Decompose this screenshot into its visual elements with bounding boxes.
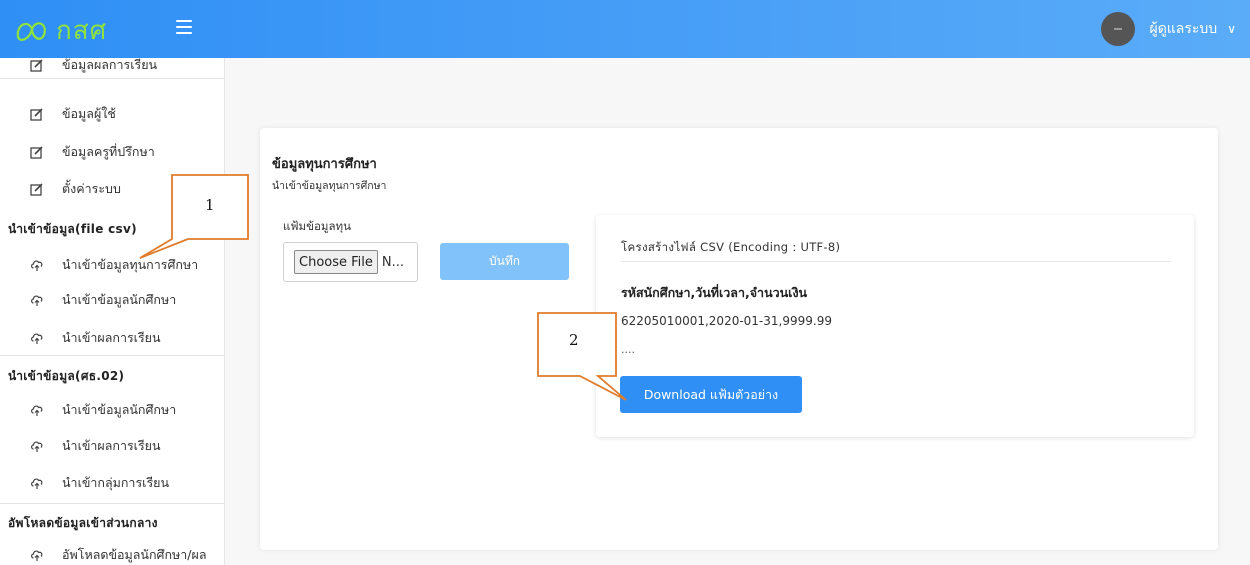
csv-ellipsis: .... [621,343,635,356]
sidebar-item-ss02-groups[interactable]: นำเข้ากลุ่มการเรียน [0,471,224,495]
sidebar-section-import-csv: นำเข้าข้อมูล(file csv) [8,222,137,236]
sidebar-item-label: นำเข้าข้อมูลนักศึกษา [62,402,177,417]
page-subtitle: นำเข้าข้อมูลทุนการศึกษา [272,180,387,192]
sidebar-item-label: ข้อมูลครูที่ปรึกษา [62,144,155,159]
divider [0,355,224,356]
file-name-text: N... [381,254,405,270]
callout-number-2: 2 [569,331,579,349]
sidebar-section-upload-central: อัพโหลดข้อมูลเข้าส่วนกลาง [8,516,158,530]
sidebar-item-label: อัพโหลดข้อมูลนักศึกษา/ผล [62,547,207,562]
divider [621,261,1171,262]
sidebar-item-label: ข้อมูลผลการเรียน [62,58,158,72]
cloud-upload-icon [29,330,45,346]
user-name: ผู้ดูแลระบบ [1149,21,1218,37]
user-menu[interactable]: ผู้ดูแลระบบ ∨ [1101,12,1236,46]
sidebar-item-label: ข้อมูลผู้ใช้ [62,106,116,121]
sidebar-item-ss02-grades[interactable]: นำเข้าผลการเรียน [0,434,224,458]
sidebar-item-import-students[interactable]: นำเข้าข้อมูลนักศึกษา [0,288,224,312]
divider [0,78,224,79]
edit-icon [29,106,45,122]
sidebar-item-import-scholarship[interactable]: นำเข้าข้อมูลทุนการศึกษา [0,253,224,277]
sidebar-item-settings[interactable]: ตั้งค่าระบบ [0,177,224,201]
edit-icon [29,144,45,160]
top-navbar: กสศ ผู้ดูแลระบบ ∨ [0,0,1250,58]
file-input[interactable]: Choose File N... [283,242,418,282]
download-template-button[interactable]: Download แฟ้มตัวอย่าง [620,376,802,413]
cloud-upload-icon [29,475,45,491]
cloud-upload-icon [29,547,45,563]
logo[interactable]: กสศ [14,10,134,50]
sidebar-item-upload-students[interactable]: อัพโหลดข้อมูลนักศึกษา/ผล [0,543,224,565]
logo-text: กสศ [56,15,108,46]
csv-example-row: 62205010001,2020-01-31,9999.99 [621,314,832,328]
sidebar-item-label: นำเข้าข้อมูลนักศึกษา [62,292,177,307]
cloud-upload-icon [29,438,45,454]
sidebar: ข้อมูลผลการเรียน ข้อมูลผู้ใช้ ข้อมูลครูท… [0,58,225,565]
sidebar-item-label: นำเข้าผลการเรียน [62,330,161,345]
avatar[interactable] [1101,12,1136,46]
callout-number-1: 1 [205,196,215,214]
page-title: ข้อมูลทุนการศึกษา [272,157,377,172]
sidebar-item-ss02-students[interactable]: นำเข้าข้อมูลนักศึกษา [0,398,224,422]
sidebar-item-label: ตั้งค่าระบบ [62,181,121,196]
cloud-upload-icon [29,257,45,273]
logo-leaf-icon [16,22,46,41]
menu-toggle-icon[interactable] [176,20,192,34]
cloud-upload-icon [29,292,45,308]
csv-structure-title: โครงสร้างไฟล์ CSV (Encoding : UTF-8) [621,240,841,254]
chevron-down-icon[interactable]: ∨ [1227,22,1236,36]
sidebar-section-import-ss02: นำเข้าข้อมูล(ศธ.02) [8,369,125,383]
scholarship-import-card: ข้อมูลทุนการศึกษา นำเข้าข้อมูลทุนการศึกษ… [260,128,1218,550]
edit-icon [29,58,45,73]
sidebar-item-label: นำเข้าข้อมูลทุนการศึกษา [62,257,199,272]
divider [0,503,224,504]
sidebar-item-import-grades[interactable]: นำเข้าผลการเรียน [0,326,224,350]
file-field-label: แฟ้มข้อมูลทุน [283,219,351,233]
csv-header-row: รหัสนักศึกษา,วันที่เวลา,จำนวนเงิน [621,285,808,300]
sidebar-item-grades-data[interactable]: ข้อมูลผลการเรียน [0,58,224,77]
sidebar-item-users[interactable]: ข้อมูลผู้ใช้ [0,102,224,126]
edit-icon [29,181,45,197]
choose-file-button[interactable]: Choose File [294,250,378,274]
sidebar-item-label: นำเข้ากลุ่มการเรียน [62,475,170,490]
cloud-upload-icon [29,402,45,418]
sidebar-item-advisors[interactable]: ข้อมูลครูที่ปรึกษา [0,140,224,164]
sidebar-item-label: นำเข้าผลการเรียน [62,438,161,453]
csv-structure-panel: โครงสร้างไฟล์ CSV (Encoding : UTF-8) รหั… [596,215,1194,437]
save-button[interactable]: บันทึก [440,243,569,280]
